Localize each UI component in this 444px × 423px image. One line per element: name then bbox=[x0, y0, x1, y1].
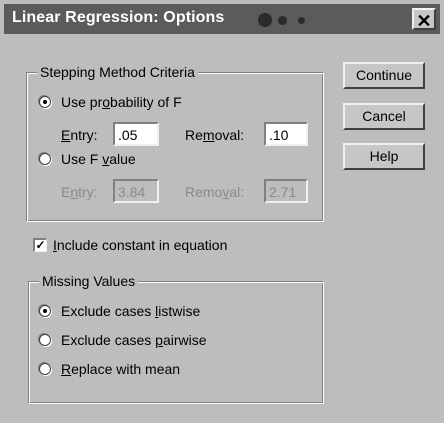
checkmark-icon: ✓ bbox=[35, 238, 46, 252]
f-entry-field: 3.84 bbox=[113, 179, 159, 203]
use-f-value-radio[interactable] bbox=[39, 153, 51, 165]
exclude-listwise-radio[interactable] bbox=[39, 305, 51, 317]
help-button[interactable]: Help bbox=[343, 143, 425, 170]
prob-removal-field[interactable]: .10 bbox=[264, 122, 308, 146]
stepping-criteria-legend: Stepping Method Criteria bbox=[37, 64, 198, 80]
exclude-pairwise-label[interactable]: Exclude cases pairwise bbox=[61, 331, 207, 349]
include-constant-checkbox[interactable]: ✓ bbox=[33, 238, 47, 252]
prob-entry-label: Entry: bbox=[61, 127, 98, 143]
f-removal-field: 2.71 bbox=[264, 179, 308, 203]
f-entry-label: Entry: bbox=[61, 184, 98, 200]
missing-values-legend: Missing Values bbox=[39, 273, 139, 289]
use-probability-radio[interactable] bbox=[39, 96, 51, 108]
replace-with-mean-radio[interactable] bbox=[39, 363, 51, 375]
prob-entry-field[interactable]: .05 bbox=[113, 122, 159, 146]
use-f-value-label[interactable]: Use F value bbox=[61, 150, 136, 168]
prob-removal-label: Removal: bbox=[185, 127, 245, 143]
window-title: Linear Regression: Options bbox=[12, 9, 225, 26]
close-button[interactable]: ✕ bbox=[412, 8, 436, 31]
title-decoration bbox=[258, 13, 318, 27]
exclude-pairwise-radio[interactable] bbox=[39, 334, 51, 346]
f-removal-label: Removal: bbox=[185, 184, 245, 200]
include-constant-label[interactable]: Include constant in equation bbox=[53, 236, 227, 254]
cancel-button[interactable]: Cancel bbox=[343, 103, 425, 130]
use-probability-label[interactable]: Use probability of F bbox=[61, 93, 182, 111]
exclude-listwise-label[interactable]: Exclude cases listwise bbox=[61, 302, 200, 320]
continue-button[interactable]: Continue bbox=[343, 62, 425, 89]
close-icon: ✕ bbox=[416, 11, 432, 31]
title-bar: Linear Regression: Options ✕ bbox=[4, 4, 440, 34]
replace-with-mean-label[interactable]: Replace with mean bbox=[61, 360, 180, 378]
